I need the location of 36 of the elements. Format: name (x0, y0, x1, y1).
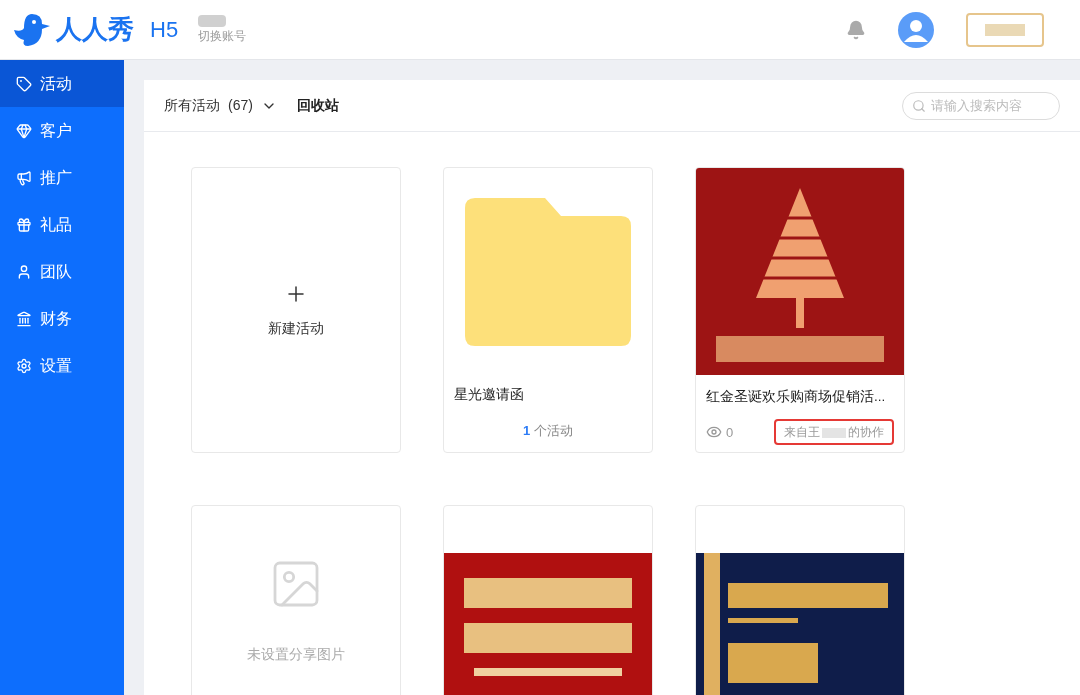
sidebar-item[interactable]: 礼品 (0, 201, 124, 248)
user-avatar-icon[interactable] (898, 11, 934, 48)
product-label: H5 (150, 16, 179, 44)
view-count: 0 (726, 423, 734, 442)
bell-icon[interactable] (846, 19, 866, 40)
no-share-image-label: 未设置分享图片 (247, 645, 345, 664)
sidebar-item[interactable]: 活动 (0, 60, 124, 107)
activity-title: 红金圣诞欢乐购商场促销活... (705, 388, 887, 406)
account-badge[interactable] (966, 12, 1044, 47)
search-icon (912, 98, 926, 113)
recycle-bin-link[interactable]: 回收站 (296, 95, 339, 116)
no-image-card[interactable]: 未设置分享图片 (191, 505, 401, 695)
diamond-icon (16, 122, 32, 139)
activity-count: 1 个活动 (523, 422, 573, 440)
folder-title: 星光邀请函 (453, 385, 525, 404)
collaboration-note: 来自王 的协作 (774, 419, 894, 446)
switch-account-link[interactable]: 切换账号 (198, 26, 247, 45)
sidebar-item[interactable]: 设置 (0, 342, 124, 389)
user-icon (16, 263, 32, 280)
sidebar-item[interactable]: 团队 (0, 248, 124, 295)
sidebar-item[interactable]: 推广 (0, 154, 124, 201)
new-activity-card[interactable]: 新建活动 (191, 167, 401, 453)
folder-card[interactable]: 星光邀请函 1 个活动 (443, 167, 653, 453)
brand-name: 人人秀 (56, 13, 134, 46)
bank-icon (16, 310, 32, 327)
settings-icon (16, 357, 32, 374)
search-field[interactable]: 请输入搜索内容 (902, 91, 1060, 120)
megaphone-icon (16, 169, 32, 186)
sidebar-item[interactable]: 客户 (0, 107, 124, 154)
new-activity-label: 新建活动 (268, 318, 324, 338)
gift-icon (16, 216, 32, 233)
folder-icon (465, 198, 631, 346)
activity-card[interactable]: 红金圣诞欢乐购商场促销活... 0 来自王 的协作 (695, 167, 905, 453)
filter-dropdown[interactable]: 所有活动 (67) (164, 95, 277, 116)
sidebar-item[interactable]: 财务 (0, 295, 124, 342)
tag-icon (16, 75, 32, 92)
